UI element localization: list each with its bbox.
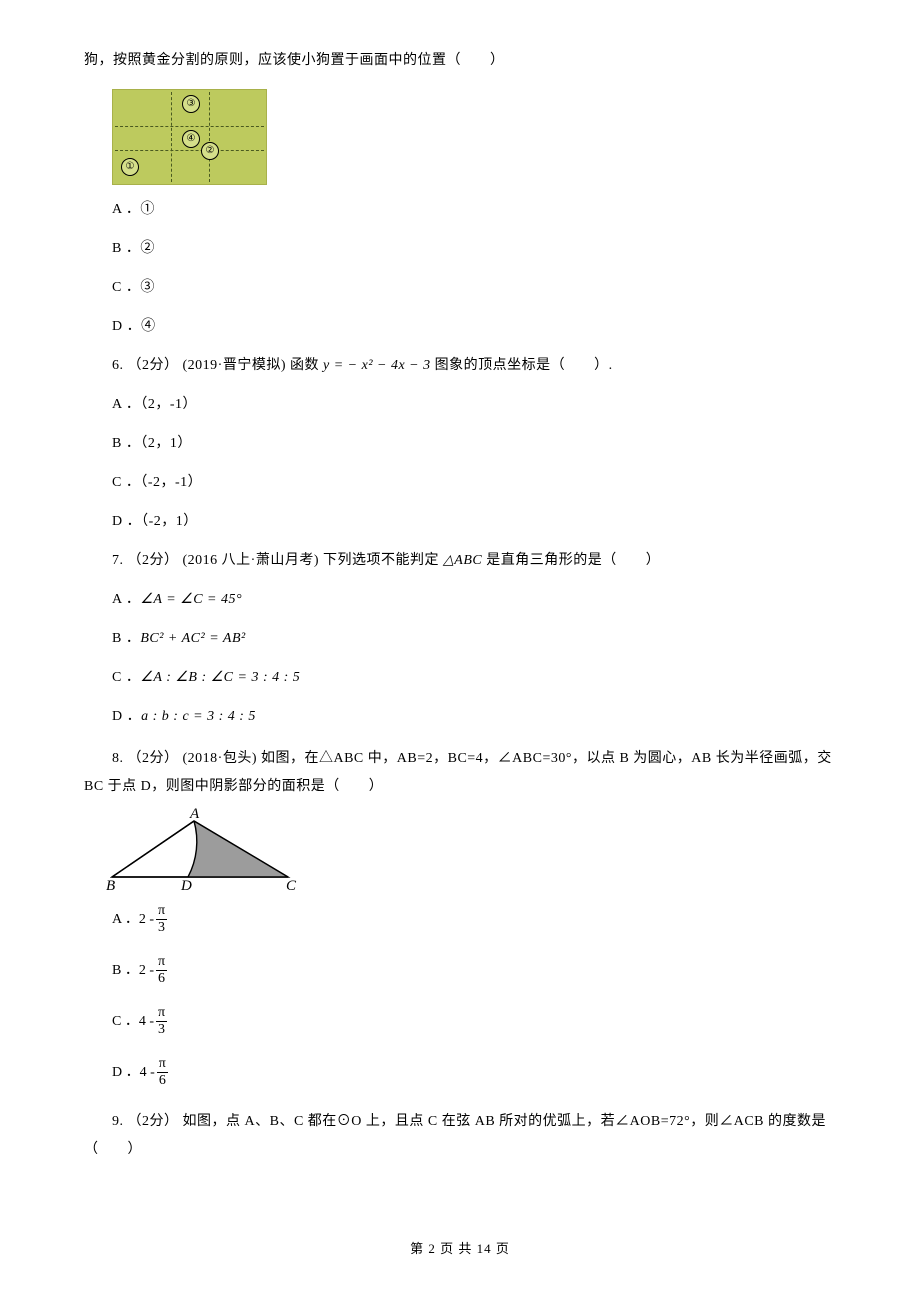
q7-option-b: B ．BC² + AC² = AB² [84,628,840,649]
q8-option-b-lead: B ．2 - [112,960,154,981]
q5-option-b-text: ② [140,241,155,256]
frac-num: π [156,904,167,920]
q8-stem: 8. （2分） (2018·包头) 如图，在△ABC 中，AB=2，BC=4，∠… [84,745,840,801]
frac-den: 3 [156,1022,167,1037]
frac-den: 3 [156,920,167,935]
grid-vline-2 [209,92,210,182]
q7-option-d: D ．a : b : c = 3 : 4 : 5 [84,706,840,727]
q5-option-b: B ．② [84,238,840,259]
q6-option-b-text: （2，1） [140,436,192,451]
footer-prefix: 第 [410,1241,428,1256]
q8-option-d: D ．4 - π 6 [84,1057,840,1088]
frac-den: 6 [157,1073,168,1088]
q8-figure-triangle: A B D C [110,815,300,890]
q8-option-d-lead: D ．4 - [112,1062,155,1083]
q8-option-b: B ．2 - π 6 [84,955,840,986]
grid-hline-1 [115,126,264,127]
q6-option-d-text: （-2，1） [141,514,198,529]
marker-4: ④ [182,130,200,148]
q6-option-d: D ．（-2，1） [84,511,840,532]
q8-option-a-frac: π 3 [156,904,167,935]
q6-stem-suffix: 图象的顶点坐标是（ ）. [431,358,613,373]
frac-num: π [157,1057,168,1073]
q7-triangle: △ABC [443,553,482,568]
frac-den: 6 [156,971,167,986]
q6-option-b: B ．（2，1） [84,433,840,454]
q6-stem: 6. （2分） (2019·晋宁模拟) 函数 y = − x² − 4x − 3… [84,355,840,376]
q9-stem: 9. （2分） 如图，点 A、B、C 都在⊙O 上，且点 C 在弦 AB 所对的… [84,1108,840,1164]
q8-option-c: C ．4 - π 3 [84,1006,840,1037]
q8-option-d-frac: π 6 [157,1057,168,1088]
q5-stem-continuation: 狗，按照黄金分割的原则，应该使小狗置于画面中的位置（ ） [84,50,840,71]
q5-figure-golden-ratio: ③ ④ ② ① [112,89,267,185]
footer-mid: 页 共 [436,1241,477,1256]
q7-option-a: A ．∠A = ∠C = 45° [84,589,840,610]
q7-stem: 7. （2分） (2016 八上·萧山月考) 下列选项不能判定 △ABC 是直角… [84,550,840,571]
q6-option-a: A ．（2，-1） [84,394,840,415]
q7-option-d-text: a : b : c = 3 : 4 : 5 [141,709,256,724]
footer-total: 14 [477,1241,492,1256]
q8-option-a-lead: A ．2 - [112,909,154,930]
marker-2: ② [201,142,219,160]
q7-option-c: C ．∠A : ∠B : ∠C = 3 : 4 : 5 [84,667,840,688]
q7-stem-suffix: 是直角三角形的是（ ） [482,553,660,568]
page-footer: 第 2 页 共 14 页 [0,1239,920,1259]
q7-stem-prefix: 7. （2分） (2016 八上·萧山月考) 下列选项不能判定 [112,553,443,568]
q6-stem-prefix: 6. （2分） (2019·晋宁模拟) 函数 [112,358,323,373]
marker-1: ① [121,158,139,176]
frac-num: π [156,1006,167,1022]
q6-option-c-text: （-2，-1） [140,475,202,490]
frac-num: π [156,955,167,971]
q6-option-c: C ．（-2，-1） [84,472,840,493]
q6-formula: y = − x² − 4x − 3 [323,358,431,373]
q7-option-b-text: BC² + AC² = AB² [140,631,245,646]
grid-hline-2 [115,150,264,151]
footer-page: 2 [428,1241,436,1256]
label-A: A [190,803,199,826]
q5-option-c-text: ③ [140,280,155,295]
footer-suffix: 页 [492,1241,510,1256]
q7-option-a-text: ∠A = ∠C = 45° [140,592,242,607]
q6-option-a-text: （2，-1） [140,397,197,412]
label-B: B [106,875,115,898]
label-C: C [286,875,296,898]
marker-3: ③ [182,95,200,113]
q8-option-c-frac: π 3 [156,1006,167,1037]
q8-option-c-lead: C ．4 - [112,1011,154,1032]
q7-option-c-text: ∠A : ∠B : ∠C = 3 : 4 : 5 [140,670,300,685]
document-page: 狗，按照黄金分割的原则，应该使小狗置于画面中的位置（ ） ③ ④ ② ① A ．… [0,0,920,1302]
q5-option-c: C ．③ [84,277,840,298]
q8-option-a: A ．2 - π 3 [84,904,840,935]
grid-vline-1 [171,92,172,182]
q5-option-a: A ．① [84,199,840,220]
q8-option-b-frac: π 6 [156,955,167,986]
q5-option-d: D ．④ [84,316,840,337]
q5-option-d-text: ④ [141,319,156,334]
q5-option-a-text: ① [140,202,155,217]
label-D: D [181,875,192,898]
